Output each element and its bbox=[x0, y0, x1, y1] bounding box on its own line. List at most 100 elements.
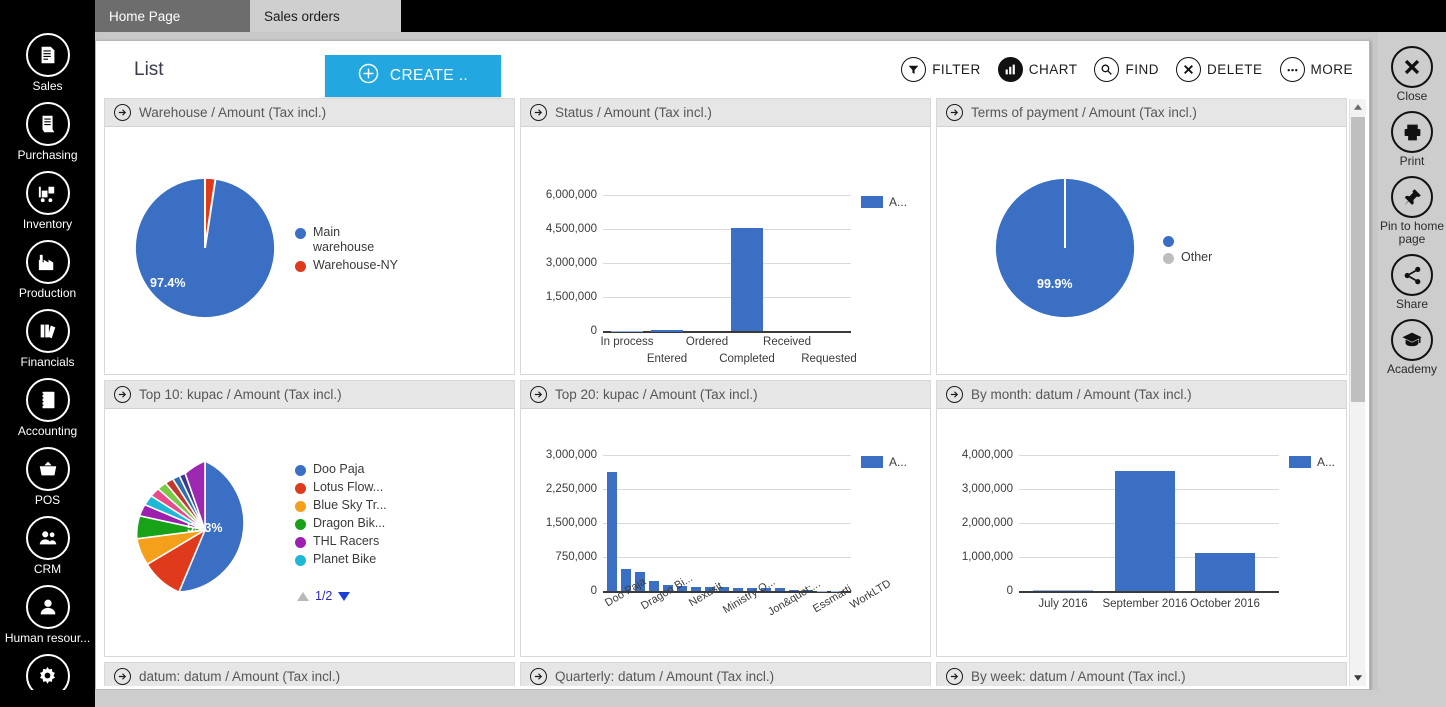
legend-item[interactable]: Warehouse-NY bbox=[295, 258, 399, 273]
y-tick-label: 2,250,000 bbox=[545, 483, 597, 495]
chart-legend: Other bbox=[1163, 233, 1212, 268]
print-button[interactable]: Print bbox=[1378, 111, 1446, 168]
factory-icon bbox=[25, 240, 70, 284]
legend-item[interactable] bbox=[1163, 233, 1212, 247]
x-tick-label: September 2016 bbox=[1102, 598, 1188, 610]
legend-label: THL Racers bbox=[313, 534, 380, 548]
gridline bbox=[603, 489, 851, 490]
bar-chart-status[interactable]: 6,000,000 4,500,000 3,000,000 1,500,000 … bbox=[521, 127, 930, 374]
sidebar-item-crm[interactable]: CRM bbox=[0, 516, 95, 576]
pager-up-icon[interactable] bbox=[297, 591, 309, 601]
x-tick-label: Nexusit bbox=[687, 580, 725, 610]
bar[interactable] bbox=[1033, 590, 1093, 591]
delete-button[interactable]: DELETE bbox=[1175, 57, 1263, 82]
scroll-down-button[interactable] bbox=[1350, 670, 1366, 686]
pie-chart-warehouse[interactable] bbox=[133, 176, 277, 320]
legend-item[interactable]: Planet Bike bbox=[295, 552, 387, 567]
gridline bbox=[603, 195, 851, 196]
panel-title: By month: datum / Amount (Tax incl.) bbox=[971, 387, 1192, 402]
tab-home-page[interactable]: Home Page bbox=[95, 0, 250, 32]
arrow-right-circle-icon[interactable] bbox=[114, 668, 131, 685]
close-button[interactable]: Close bbox=[1378, 46, 1446, 103]
panel-header: By month: datum / Amount (Tax incl.) bbox=[937, 381, 1346, 409]
legend-swatch bbox=[295, 228, 306, 239]
arrow-right-circle-icon[interactable] bbox=[114, 386, 131, 403]
vertical-scrollbar[interactable] bbox=[1349, 99, 1366, 686]
gridline bbox=[603, 297, 851, 298]
bar[interactable] bbox=[607, 472, 617, 591]
arrow-right-circle-icon[interactable] bbox=[114, 104, 131, 121]
panel-header: Quarterly: datum / Amount (Tax incl.) bbox=[521, 663, 930, 686]
chart-button[interactable]: CHART bbox=[997, 57, 1078, 82]
gridline bbox=[603, 557, 851, 558]
arrow-right-circle-icon[interactable] bbox=[946, 104, 963, 121]
y-tick-label: 3,000,000 bbox=[545, 449, 597, 461]
sidebar-item-human-resources[interactable]: Human resour... bbox=[0, 585, 95, 645]
sidebar-item-accounting[interactable]: Accounting bbox=[0, 378, 95, 438]
create-button[interactable]: CREATE .. bbox=[325, 55, 501, 97]
pager-down-icon[interactable] bbox=[338, 591, 351, 601]
bar-chart-by-month[interactable]: 4,000,000 3,000,000 2,000,000 1,000,000 … bbox=[937, 409, 1346, 656]
tab-sales-orders[interactable]: Sales orders bbox=[250, 0, 401, 32]
panel-body: 4,000,000 3,000,000 2,000,000 1,000,000 … bbox=[937, 409, 1346, 656]
chart-legend: Main warehouse Warehouse-NY bbox=[295, 225, 399, 276]
tab-label: Sales orders bbox=[264, 8, 340, 24]
bar[interactable] bbox=[1195, 553, 1255, 591]
people-icon bbox=[25, 516, 70, 560]
filter-button[interactable]: FILTER bbox=[901, 57, 981, 82]
document-icon bbox=[25, 33, 70, 77]
find-button-label: FIND bbox=[1125, 62, 1159, 77]
bar[interactable] bbox=[733, 587, 743, 591]
bar[interactable] bbox=[611, 330, 643, 332]
scrollbar-thumb[interactable] bbox=[1351, 117, 1365, 402]
panel-title: Top 20: kupac / Amount (Tax incl.) bbox=[555, 387, 758, 402]
chart-legend[interactable]: A... bbox=[1289, 455, 1335, 469]
legend-item[interactable]: Other bbox=[1163, 250, 1212, 265]
sidebar-item-sales[interactable]: Sales bbox=[0, 33, 95, 93]
gridline bbox=[1019, 455, 1279, 456]
close-icon bbox=[1175, 57, 1201, 82]
panel-body: 99.9% Other bbox=[937, 127, 1346, 374]
panel-top20-kupac: Top 20: kupac / Amount (Tax incl.) 3,000… bbox=[520, 380, 931, 657]
sidebar-item-financials[interactable]: Financials bbox=[0, 309, 95, 369]
chart-legend[interactable]: A... bbox=[861, 455, 907, 469]
x-tick-label: Ordered bbox=[685, 336, 729, 348]
arrow-right-circle-icon[interactable] bbox=[946, 668, 963, 685]
academy-button[interactable]: Academy bbox=[1378, 319, 1446, 376]
arrow-right-circle-icon[interactable] bbox=[530, 668, 547, 685]
ellipsis-icon bbox=[1279, 57, 1305, 82]
more-button[interactable]: MORE bbox=[1279, 57, 1354, 82]
legend-item[interactable]: Main warehouse bbox=[295, 225, 399, 255]
arrow-right-circle-icon[interactable] bbox=[530, 386, 547, 403]
legend-item[interactable]: Blue Sky Tr... bbox=[295, 498, 387, 513]
sidebar-item-production[interactable]: Production bbox=[0, 240, 95, 300]
share-button[interactable]: Share bbox=[1378, 254, 1446, 311]
pie-chart-terms-of-payment[interactable] bbox=[993, 176, 1137, 320]
arrow-right-circle-icon[interactable] bbox=[946, 386, 963, 403]
bar[interactable] bbox=[651, 329, 683, 332]
panel-datum: datum: datum / Amount (Tax incl.) bbox=[104, 662, 515, 686]
bar-chart-top20-kupac[interactable]: 3,000,000 2,250,000 1,500,000 750,000 0 bbox=[521, 409, 930, 656]
chart-legend[interactable]: A... bbox=[861, 195, 907, 209]
bar[interactable] bbox=[731, 228, 763, 331]
pin-to-home-page-button[interactable]: Pin to home page bbox=[1378, 176, 1446, 246]
bar[interactable] bbox=[775, 588, 785, 591]
find-button[interactable]: FIND bbox=[1094, 57, 1159, 82]
legend-item[interactable]: Lotus Flow... bbox=[295, 480, 387, 495]
sidebar-item-inventory[interactable]: Inventory bbox=[0, 171, 95, 231]
arrow-right-circle-icon[interactable] bbox=[530, 104, 547, 121]
bar[interactable] bbox=[817, 590, 827, 591]
panel-header: Top 10: kupac / Amount (Tax incl.) bbox=[105, 381, 514, 409]
legend-item[interactable]: Doo Paja bbox=[295, 462, 387, 477]
pie-slice-label: 99.9% bbox=[1037, 277, 1073, 291]
panel-header: datum: datum / Amount (Tax incl.) bbox=[105, 663, 514, 686]
panel-body: 6,000,000 4,500,000 3,000,000 1,500,000 … bbox=[521, 127, 930, 374]
sidebar-item-pos[interactable]: POS bbox=[0, 447, 95, 507]
sidebar-item-purchasing[interactable]: Purchasing bbox=[0, 102, 95, 162]
bar[interactable] bbox=[1115, 470, 1175, 591]
scroll-up-button[interactable] bbox=[1350, 99, 1366, 115]
print-button-label: Print bbox=[1399, 154, 1425, 168]
legend-item[interactable]: Dragon Bik... bbox=[295, 516, 387, 531]
panel-title: Status / Amount (Tax incl.) bbox=[555, 105, 712, 120]
legend-item[interactable]: THL Racers bbox=[295, 534, 387, 549]
